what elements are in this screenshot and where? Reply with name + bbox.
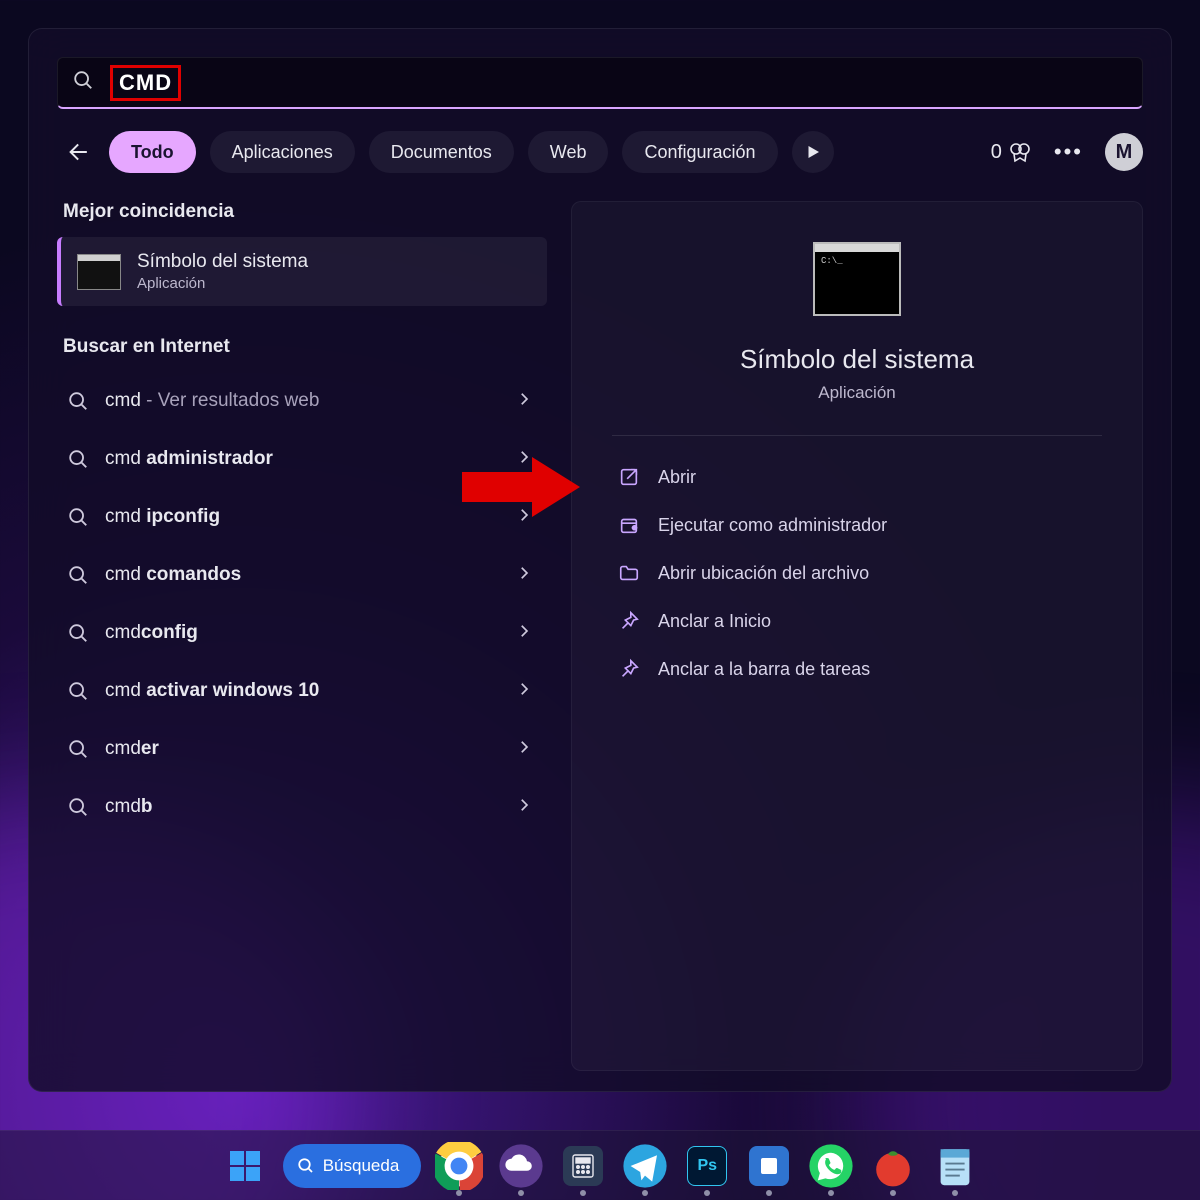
taskbar-pomodoro[interactable] [869,1142,917,1190]
search-icon [67,390,89,412]
folder-icon [618,562,640,584]
web-suggestion-label: cmd activar windows 10 [105,680,499,702]
preview-pane: Símbolo del sistema Aplicación Abrir Eje… [571,201,1143,1071]
cmd-icon [77,254,121,290]
search-icon [67,680,89,702]
best-match-title: Símbolo del sistema [137,251,308,273]
preview-action-label: Abrir ubicación del archivo [658,563,869,584]
chevron-right-icon [515,738,533,761]
web-suggestion-label: cmd ipconfig [105,506,499,528]
web-suggestion[interactable]: cmd comandos [57,546,547,604]
tab-configuracion[interactable]: Configuración [622,131,777,173]
taskbar-notepad[interactable] [931,1142,979,1190]
search-icon [67,448,89,470]
preview-action[interactable]: Abrir ubicación del archivo [612,550,1102,596]
preview-action[interactable]: Abrir [612,454,1102,500]
rewards-points[interactable]: 0 [991,140,1032,164]
best-match-header: Mejor coincidencia [63,201,547,223]
preview-action[interactable]: Ejecutar como administrador [612,502,1102,548]
web-suggestion-label: cmdb [105,796,499,818]
preview-action-label: Anclar a la barra de tareas [658,659,870,680]
web-suggestion[interactable]: cmdconfig [57,604,547,662]
taskbar-whatsapp[interactable] [807,1142,855,1190]
preview-app-icon [813,242,901,316]
chevron-right-icon [515,680,533,703]
search-query: CMD [104,63,187,103]
search-panel: CMD Todo Aplicaciones Documentos Web Con… [28,28,1172,1092]
tab-todo[interactable]: Todo [109,131,196,173]
taskbar-telegram[interactable] [621,1142,669,1190]
user-avatar[interactable]: M [1105,133,1143,171]
web-suggestion[interactable]: cmd administrador [57,430,547,488]
taskbar-app-blue[interactable] [745,1142,793,1190]
admin-icon [618,514,640,536]
taskbar-chrome[interactable] [435,1142,483,1190]
taskbar: Búsqueda Ps [0,1130,1200,1200]
search-icon [67,796,89,818]
tab-documentos[interactable]: Documentos [369,131,514,173]
taskbar-search[interactable]: Búsqueda [283,1144,422,1188]
web-suggestion-label: cmdconfig [105,622,499,644]
preview-action-label: Anclar a Inicio [658,611,771,632]
search-box[interactable]: CMD [57,57,1143,109]
best-match-subtitle: Aplicación [137,275,308,292]
open-icon [618,466,640,488]
filter-tabs: Todo Aplicaciones Documentos Web Configu… [57,131,1143,173]
chevron-right-icon [515,448,533,471]
preview-title: Símbolo del sistema [740,344,974,375]
web-suggestion-label: cmder [105,738,499,760]
web-suggestion[interactable]: cmd activar windows 10 [57,662,547,720]
search-icon [67,622,89,644]
search-icon [67,738,89,760]
web-suggestion-label: cmd administrador [105,448,499,470]
search-icon [67,506,89,528]
preview-action-label: Abrir [658,467,696,488]
chevron-right-icon [515,506,533,529]
more-menu[interactable]: ••• [1054,139,1083,165]
back-button[interactable] [57,133,95,171]
web-suggestion-label: cmd comandos [105,564,499,586]
taskbar-photoshop[interactable]: Ps [683,1142,731,1190]
preview-action[interactable]: Anclar a Inicio [612,598,1102,644]
tab-web[interactable]: Web [528,131,609,173]
web-suggestion[interactable]: cmdb [57,778,547,836]
web-search-header: Buscar en Internet [63,336,547,358]
start-button[interactable] [221,1142,269,1190]
web-suggestion[interactable]: cmd - Ver resultados web [57,372,547,430]
chevron-right-icon [515,622,533,645]
web-suggestion-label: cmd - Ver resultados web [105,390,499,412]
tab-aplicaciones[interactable]: Aplicaciones [210,131,355,173]
divider [612,435,1102,436]
preview-subtitle: Aplicación [818,383,896,403]
chevron-right-icon [515,390,533,413]
best-match-result[interactable]: Símbolo del sistema Aplicación [57,237,547,306]
pin-icon [618,610,640,632]
chevron-right-icon [515,564,533,587]
search-icon [67,564,89,586]
search-icon [72,69,94,96]
preview-action-label: Ejecutar como administrador [658,515,887,536]
preview-action[interactable]: Anclar a la barra de tareas [612,646,1102,692]
chevron-right-icon [515,796,533,819]
tab-more[interactable] [792,131,834,173]
pin-icon [618,658,640,680]
web-suggestion[interactable]: cmd ipconfig [57,488,547,546]
web-suggestion[interactable]: cmder [57,720,547,778]
taskbar-calculator[interactable] [559,1142,607,1190]
taskbar-cloud[interactable] [497,1142,545,1190]
